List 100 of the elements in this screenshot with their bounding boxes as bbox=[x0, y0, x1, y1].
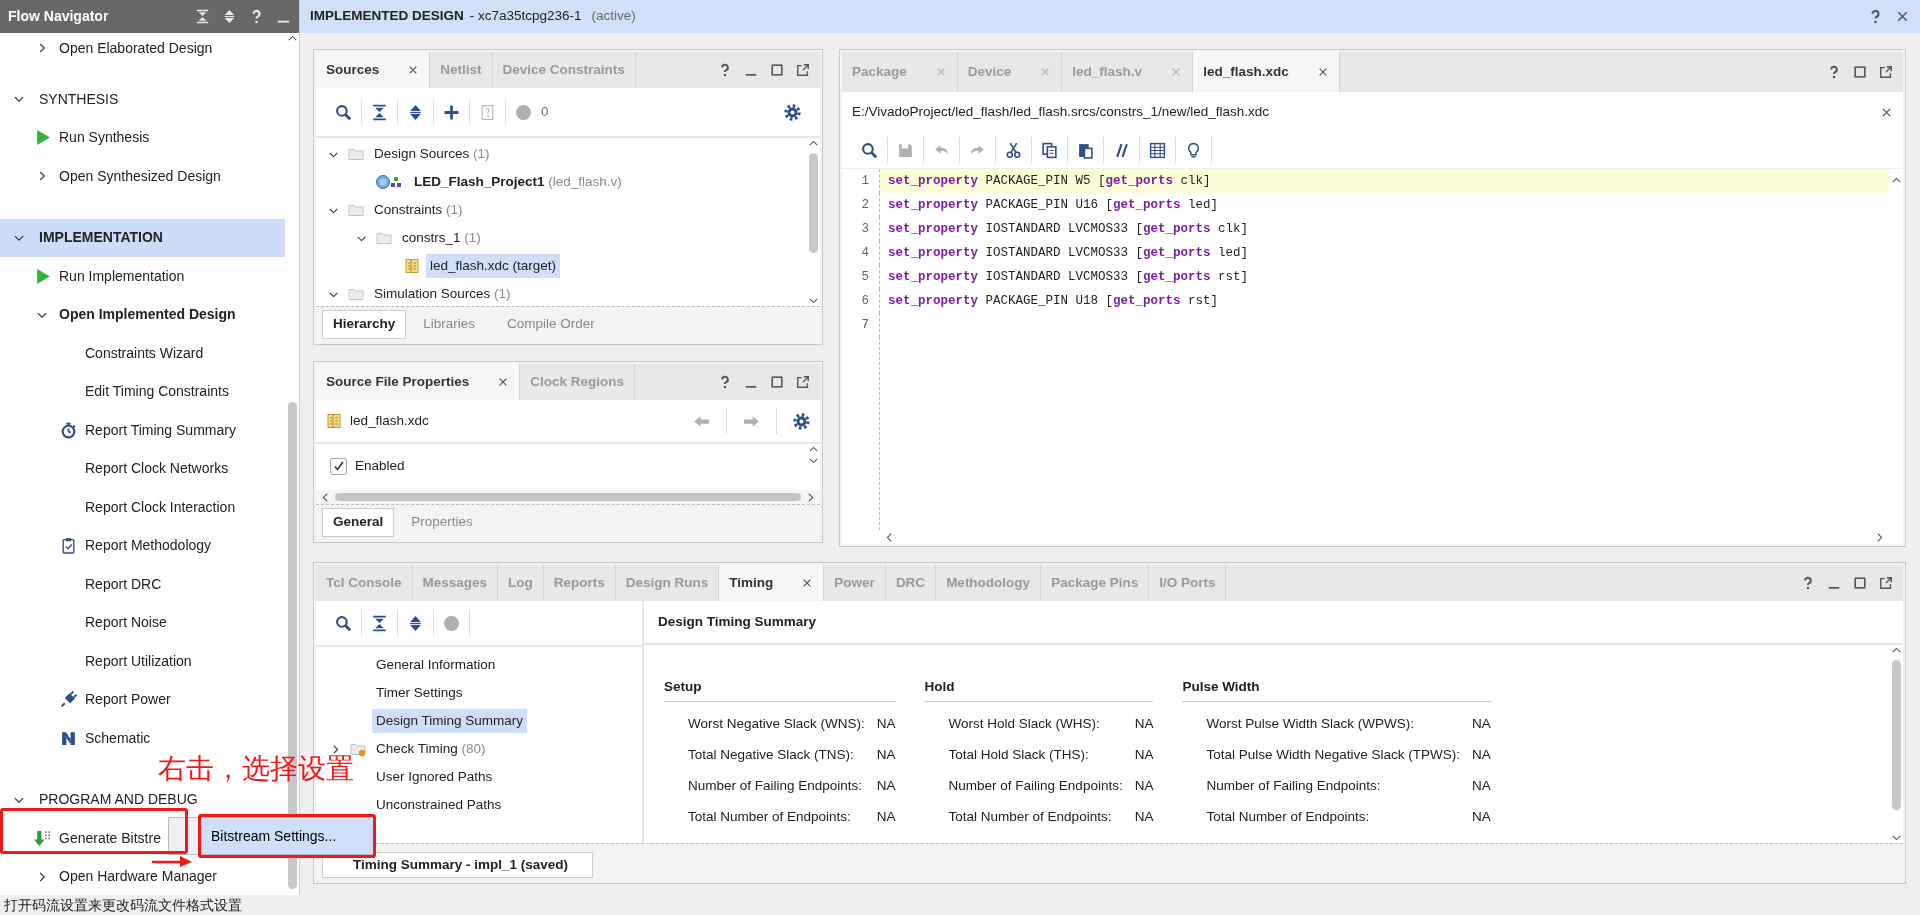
help-icon[interactable] bbox=[718, 63, 732, 77]
flow-item[interactable]: Run Implementation bbox=[59, 265, 185, 287]
device-name: - xc7a35tcpg236-1 bbox=[469, 7, 582, 26]
settings-icon[interactable] bbox=[784, 103, 801, 121]
float-window-icon[interactable] bbox=[1879, 576, 1893, 590]
tree-item[interactable]: Design Sources (1) bbox=[370, 141, 494, 167]
tree-item[interactable]: led_flash.xdc (target) bbox=[426, 253, 561, 279]
collapse-all-icon[interactable] bbox=[371, 103, 388, 121]
panel-tab[interactable]: led_flash.xdc bbox=[1193, 52, 1340, 92]
download-icon bbox=[33, 829, 51, 847]
settings-icon[interactable] bbox=[793, 412, 810, 430]
paste-icon[interactable] bbox=[1077, 141, 1094, 159]
clipboard-icon bbox=[59, 537, 77, 555]
tree-item[interactable]: User Ignored Paths bbox=[372, 764, 497, 790]
search-icon[interactable] bbox=[335, 614, 352, 632]
view-tab[interactable]: Timing Summary - impl_1 (saved) bbox=[322, 851, 594, 878]
flow-item[interactable]: Report Methodology bbox=[85, 535, 212, 557]
view-tab[interactable]: Hierarchy bbox=[322, 310, 407, 339]
checkbox[interactable] bbox=[330, 457, 347, 475]
metric-label: Total Negative Slack (TNS): bbox=[688, 746, 855, 765]
code-line: set_property IOSTANDARD LVCMOS33 [get_ports rst] bbox=[887, 269, 1250, 286]
scrollbar[interactable] bbox=[335, 493, 801, 501]
code-line: set_property IOSTANDARD LVCMOS33 [get_ports led] bbox=[887, 245, 1250, 262]
panel-tab[interactable]: Sources bbox=[316, 52, 431, 88]
tree-item[interactable]: Timer Settings bbox=[372, 680, 467, 706]
flow-item[interactable]: Open Elaborated Design bbox=[59, 37, 213, 59]
collapse-all-icon[interactable] bbox=[371, 614, 388, 632]
metric-value: NA bbox=[1134, 777, 1154, 796]
warning-dot-icon[interactable] bbox=[443, 614, 460, 632]
document-icon bbox=[326, 413, 342, 429]
view-tab[interactable]: General bbox=[322, 508, 395, 537]
flow-item[interactable]: Edit Timing Constraints bbox=[85, 381, 229, 403]
flow-item[interactable]: Generate Bitstre bbox=[59, 827, 161, 849]
tree-item[interactable]: Simulation Sources (1) bbox=[370, 281, 515, 306]
panel-tab[interactable]: Source File Properties bbox=[316, 364, 521, 400]
maximize-icon[interactable] bbox=[770, 375, 784, 389]
lightbulb-icon[interactable] bbox=[1185, 141, 1202, 159]
maximize-icon[interactable] bbox=[1853, 65, 1867, 79]
maximize-icon[interactable] bbox=[1853, 576, 1867, 590]
flow-item[interactable]: Report Noise bbox=[85, 612, 167, 634]
section-title: SYNTHESIS bbox=[39, 89, 119, 109]
expand-all-icon[interactable] bbox=[407, 614, 424, 632]
folder-icon bbox=[348, 146, 364, 162]
metric-label: Number of Failing Endpoints: bbox=[948, 777, 1123, 796]
maximize-icon[interactable] bbox=[770, 63, 784, 77]
code-line: set_property PACKAGE_PIN U18 [get_ports rst] bbox=[887, 293, 1220, 310]
search-icon[interactable] bbox=[335, 103, 352, 121]
help-icon[interactable] bbox=[718, 375, 732, 389]
metric-value: NA bbox=[1472, 777, 1491, 796]
scrollbar[interactable] bbox=[1891, 660, 1901, 810]
flow-item[interactable]: Report DRC bbox=[85, 573, 162, 595]
flow-item[interactable]: Open Implemented Design bbox=[59, 304, 236, 326]
float-window-icon[interactable] bbox=[796, 375, 810, 389]
menu-item[interactable]: Bitstream Settings... bbox=[201, 818, 373, 854]
panel-tab[interactable]: Timing bbox=[719, 565, 825, 601]
tree-item[interactable]: constrs_1 (1) bbox=[398, 225, 485, 251]
flow-item[interactable]: Report Power bbox=[85, 689, 171, 711]
search-icon[interactable] bbox=[861, 141, 878, 159]
section-row[interactable]: IMPLEMENTATION bbox=[0, 218, 285, 257]
flow-item[interactable]: Report Clock Interaction bbox=[85, 496, 236, 518]
flow-item[interactable]: Report Timing Summary bbox=[85, 419, 236, 441]
line-number: 7 bbox=[842, 313, 880, 337]
scrollbar[interactable] bbox=[808, 153, 818, 253]
expand-all-icon[interactable] bbox=[407, 103, 424, 121]
columns-icon[interactable] bbox=[1149, 141, 1166, 159]
flow-item[interactable]: Report Utilization bbox=[85, 650, 192, 672]
copy-icon[interactable] bbox=[1041, 141, 1058, 159]
tree-item[interactable]: Constraints (1) bbox=[370, 197, 467, 223]
add-icon[interactable] bbox=[443, 103, 460, 121]
group-heading: Pulse Width bbox=[1182, 677, 1491, 703]
help-icon[interactable] bbox=[1827, 65, 1841, 79]
scissors-icon[interactable] bbox=[1005, 141, 1022, 159]
flow-item[interactable]: Report Clock Networks bbox=[85, 458, 229, 480]
folder-icon bbox=[348, 286, 364, 302]
help-icon[interactable] bbox=[1801, 576, 1815, 590]
comment-icon[interactable] bbox=[1113, 141, 1130, 159]
close-icon[interactable] bbox=[1895, 9, 1910, 24]
folder-icon bbox=[348, 202, 364, 218]
warning-dot-icon[interactable] bbox=[515, 103, 532, 121]
tree-item[interactable]: Check Timing (80) bbox=[372, 736, 490, 762]
metric-label: Worst Pulse Width Slack (WPWS): bbox=[1206, 715, 1415, 734]
float-window-icon[interactable] bbox=[796, 63, 810, 77]
metric-value: NA bbox=[1134, 715, 1154, 734]
flow-item[interactable]: Constraints Wizard bbox=[85, 342, 204, 364]
tree-item[interactable]: LED_Flash_Project1 (led_flash.v) bbox=[410, 169, 626, 195]
checkbox-label: Enabled bbox=[355, 457, 405, 475]
code-line: set_property IOSTANDARD LVCMOS33 [get_ports clk] bbox=[887, 221, 1250, 238]
tree-item[interactable]: General Information bbox=[372, 652, 500, 678]
folder-icon bbox=[350, 741, 366, 757]
flow-item[interactable]: Open Hardware Manager bbox=[59, 866, 217, 888]
flow-item[interactable]: Open Synthesized Design bbox=[59, 165, 221, 187]
flow-item[interactable]: Schematic bbox=[85, 727, 151, 749]
float-window-icon[interactable] bbox=[1879, 65, 1893, 79]
metric-label: Total Number of Endpoints: bbox=[948, 808, 1113, 827]
metric-value: NA bbox=[1472, 808, 1491, 827]
tree-item[interactable]: Unconstrained Paths bbox=[372, 792, 506, 818]
expand-all-icon[interactable] bbox=[222, 9, 237, 24]
line-number: 3 bbox=[842, 217, 880, 241]
flow-item[interactable]: Run Synthesis bbox=[59, 127, 150, 149]
tree-item[interactable]: Design Timing Summary bbox=[372, 708, 528, 734]
